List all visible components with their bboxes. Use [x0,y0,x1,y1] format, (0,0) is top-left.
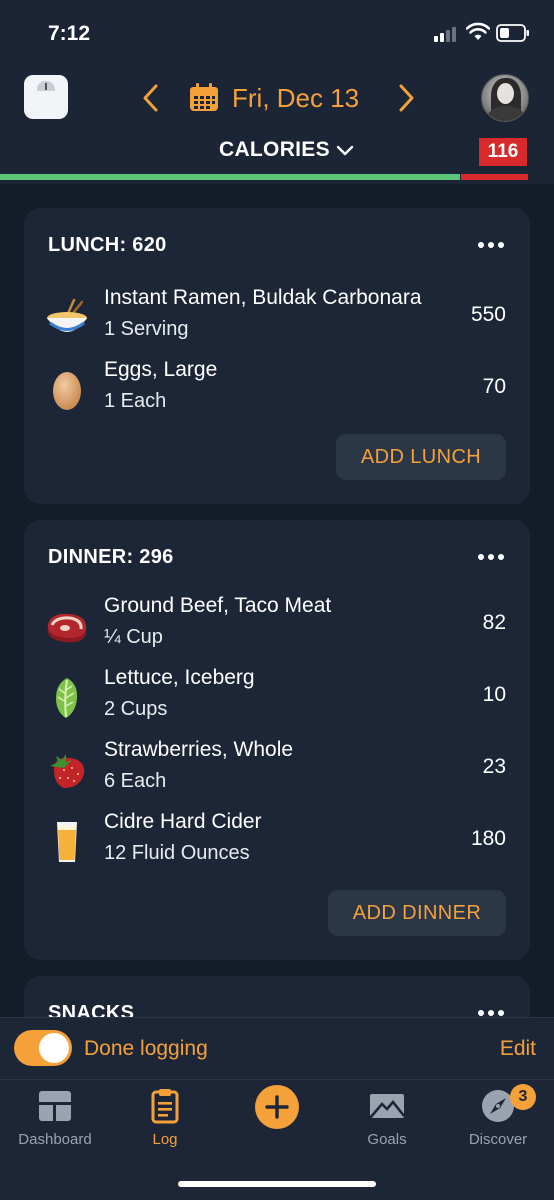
wifi-icon [466,22,490,40]
dashboard-icon [39,1091,71,1121]
food-row[interactable]: Lettuce, Iceberg 2 Cups 10 [24,666,530,730]
status-bar: 7:12 [0,0,554,66]
food-name: Ground Beef, Taco Meat [104,594,332,617]
progress-consumed [0,174,460,180]
food-calories: 82 [482,611,506,634]
food-calories: 550 [470,303,506,326]
tab-log[interactable]: Log [110,1080,220,1160]
nutrient-selector[interactable]: CALORIES [219,138,354,162]
food-calories: 23 [482,755,506,778]
food-serving: 2 Cups [104,698,168,720]
ramen-bowl-icon [47,298,87,332]
calendar-icon [190,83,218,111]
food-row[interactable]: Eggs, Large 1 Each 70 [24,358,530,422]
meal-card-lunch: LUNCH: 620 Instant Ramen, Buldak Carbona… [24,208,530,504]
food-row[interactable]: Cidre Hard Cider 12 Fluid Ounces 180 [24,810,530,874]
food-serving: ¼ Cup [104,626,163,648]
food-row[interactable]: Instant Ramen, Buldak Carbonara 1 Servin… [24,286,530,350]
battery-icon [496,24,529,42]
meal-title: LUNCH: 620 [48,234,167,256]
cellular-signal-icon [434,26,460,42]
food-name: Strawberries, Whole [104,738,294,761]
tab-discover[interactable]: Discover [443,1080,553,1160]
envelope-icon [369,1094,405,1119]
edit-button[interactable]: Edit [500,1037,536,1061]
home-indicator[interactable] [178,1181,376,1187]
food-serving: 1 Serving [104,318,189,340]
next-day-button[interactable] [392,82,420,114]
weight-scale-icon[interactable] [24,75,68,119]
cider-glass-icon [57,822,77,862]
food-serving: 1 Each [104,390,167,412]
app-header: Fri, Dec 13 CALORIES 116 [0,66,554,184]
steak-icon [47,613,87,643]
clipboard-icon [151,1089,179,1124]
add-entry-button[interactable] [255,1085,299,1129]
food-row[interactable]: Ground Beef, Taco Meat ¼ Cup 82 [24,594,530,658]
avatar[interactable] [481,74,529,122]
calorie-progress-bar [0,174,554,180]
food-calories: 70 [482,375,506,398]
lettuce-icon [56,678,78,718]
progress-over [461,174,528,180]
status-time: 7:12 [48,22,91,45]
calories-over-badge: 116 [479,138,527,166]
done-logging-bar: Done logging Edit [0,1017,554,1079]
previous-day-button[interactable] [137,82,165,114]
tab-label: Goals [367,1131,407,1148]
food-serving: 12 Fluid Ounces [104,842,250,864]
food-name: Lettuce, Iceberg [104,666,255,689]
add-lunch-button[interactable]: ADD LUNCH [336,434,506,480]
egg-icon [53,372,81,410]
tab-label: Dashboard [18,1131,92,1148]
food-row[interactable]: Strawberries, Whole 6 Each 23 [24,738,530,802]
tab-dashboard[interactable]: Dashboard [0,1080,110,1160]
meal-card-dinner: DINNER: 296 Ground Beef, Taco Meat ¼ Cup… [24,520,530,960]
done-logging-label: Done logging [84,1037,208,1060]
done-logging-toggle[interactable] [14,1030,72,1066]
food-name: Cidre Hard Cider [104,810,262,833]
food-calories: 180 [470,827,506,850]
more-options-button[interactable] [478,242,504,250]
current-date: Fri, Dec 13 [232,82,360,113]
nutrient-label: CALORIES [219,138,330,161]
meal-title: DINNER: 296 [48,546,174,568]
tab-label: Discover [468,1131,528,1148]
add-dinner-button[interactable]: ADD DINNER [328,890,506,936]
food-name: Eggs, Large [104,358,218,381]
discover-badge: 3 [510,1084,536,1110]
date-selector[interactable]: Fri, Dec 13 [188,80,359,116]
strawberry-icon [50,754,85,788]
food-serving: 6 Each [104,770,167,792]
food-name: Instant Ramen, Buldak Carbonara [104,286,422,309]
tab-goals[interactable]: Goals [332,1080,442,1160]
tab-label: Log [152,1131,178,1148]
plus-icon [265,1095,289,1119]
chevron-down-icon [336,145,354,156]
food-calories: 10 [482,683,506,706]
more-options-button[interactable] [478,554,504,562]
